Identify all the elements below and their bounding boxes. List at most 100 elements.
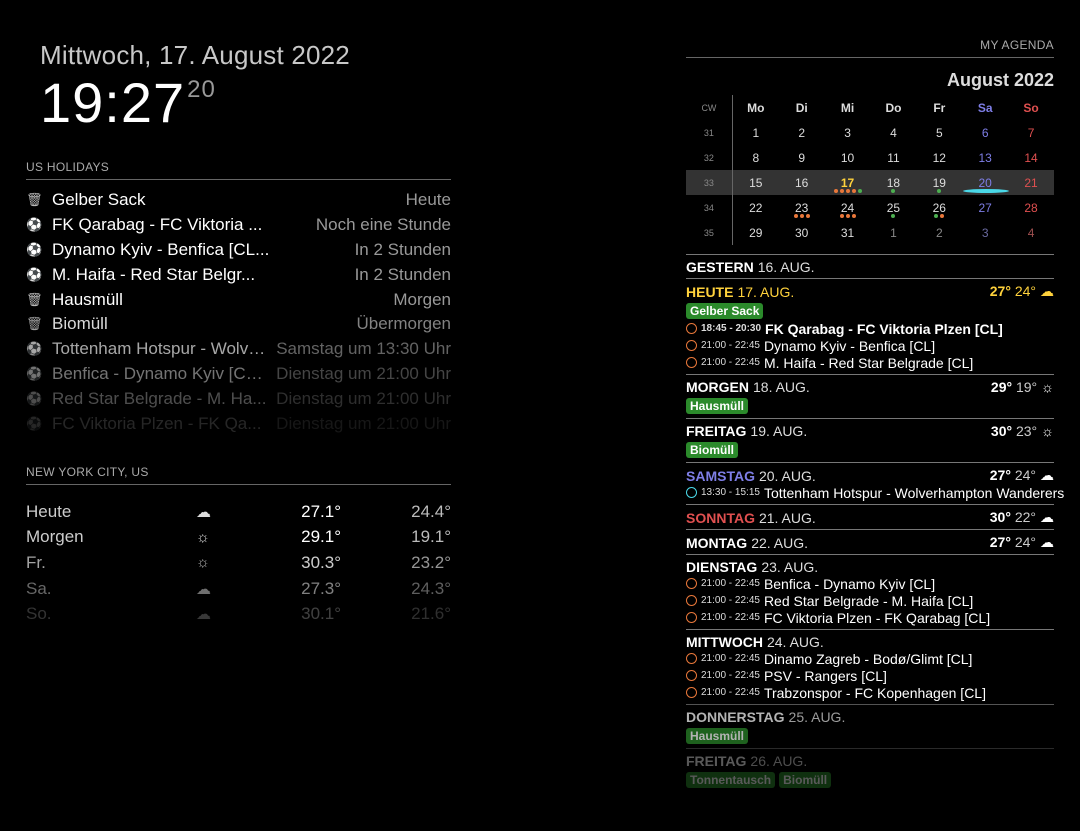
- calendar-weekday: So: [1023, 100, 1039, 115]
- calendar-day[interactable]: 16: [779, 176, 825, 190]
- calendar-day[interactable]: 7: [1008, 126, 1054, 140]
- calendar-day[interactable]: 10: [825, 151, 871, 165]
- agenda-event[interactable]: 21:00 - 22:45 Trabzonspor - FC Kopenhagen…: [686, 684, 1054, 701]
- soccer-ball-icon: ⚽: [26, 341, 43, 357]
- agenda-event[interactable]: 21:00 - 22:45 Benfica - Dynamo Kyiv [CL]: [686, 575, 1054, 592]
- calendar-day[interactable]: 4: [1008, 226, 1054, 240]
- holiday-row: ⚽ Tottenham Hotspur - Wolve... Samstag um …: [26, 337, 451, 362]
- calendar-day[interactable]: 15: [733, 176, 779, 190]
- calendar-day[interactable]: 31: [825, 226, 871, 240]
- calendar-day[interactable]: 8: [733, 151, 779, 165]
- forecast-max: 27.3°: [301, 578, 341, 598]
- agenda-event[interactable]: 21:00 - 22:45 PSV - Rangers [CL]: [686, 667, 1054, 684]
- agenda-event[interactable]: 21:00 - 22:45 Dinamo Zagreb - Bodø/Glimt …: [686, 650, 1054, 667]
- calendar-week-number: 32: [686, 145, 733, 170]
- soccer-ball-icon: [686, 670, 697, 681]
- soccer-ball-icon: [686, 687, 697, 698]
- agenda-tags: Hausmüll: [686, 725, 1054, 745]
- soccer-ball-icon: [686, 653, 697, 664]
- agenda-day-date: 22. AUG.: [751, 534, 808, 551]
- calendar-day[interactable]: 30: [779, 226, 825, 240]
- agenda-event[interactable]: 21:00 - 22:45 Red Star Belgrade - M. Haif…: [686, 592, 1054, 609]
- calendar-day[interactable]: 1: [733, 126, 779, 140]
- calendar-day[interactable]: 28: [1008, 201, 1054, 215]
- agenda-day-name: MORGEN: [686, 379, 749, 395]
- calendar-week-number: 35: [686, 220, 733, 245]
- calendar-day[interactable]: 22: [733, 201, 779, 215]
- calendar-day[interactable]: 4: [871, 126, 917, 140]
- agenda-day-date: 17. AUG.: [737, 283, 795, 300]
- calendar-week-row: 32 8 9 10 11 12 13 14: [686, 145, 1054, 170]
- holiday-title: FC Viktoria Plzen - FK Qa...: [52, 413, 262, 433]
- agenda-day-weather: 30° 22° ☁: [990, 509, 1054, 526]
- agenda-tags: Biomüll: [686, 439, 1054, 459]
- forecast-day: Sa.: [26, 578, 52, 598]
- agenda-event[interactable]: 21:00 - 22:45 M. Haifa - Red Star Belgrad…: [686, 354, 1054, 371]
- holiday-when: Dienstag um 21:00 Uhr: [276, 413, 451, 433]
- calendar-day[interactable]: 12: [916, 151, 962, 165]
- event-dot: [940, 213, 945, 218]
- calendar-day[interactable]: 9: [779, 151, 825, 165]
- calendar-day[interactable]: 26: [916, 201, 962, 218]
- calendar-day[interactable]: 27: [962, 201, 1008, 215]
- calendar-day[interactable]: 3: [962, 226, 1008, 240]
- event-dot: [793, 213, 798, 218]
- calendar-day[interactable]: 23: [779, 201, 825, 218]
- forecast-max: 27.1°: [301, 501, 341, 521]
- agenda-day: SONNTAG 21. AUG. 30° 22° ☁: [686, 504, 1054, 529]
- cloud-wind-icon: ☁: [1040, 283, 1054, 299]
- calendar-day[interactable]: 2: [779, 126, 825, 140]
- calendar-day[interactable]: 13: [962, 151, 1008, 165]
- calendar-weekday-header: CW Mo Di Mi Do Fr Sa So: [686, 95, 1054, 120]
- soccer-ball-icon: [686, 595, 697, 606]
- clock-time: 19:2720: [40, 70, 216, 135]
- calendar-day[interactable]: 21: [1008, 176, 1054, 190]
- agenda-day-header: GESTERN 16. AUG.: [686, 259, 1054, 275]
- trash-tag: Hausmüll: [686, 398, 749, 414]
- calendar-weekday: Fr: [933, 100, 946, 115]
- calendar-day[interactable]: 24: [825, 201, 871, 218]
- agenda-event[interactable]: 21:00 - 22:45 Dynamo Kyiv - Benfica [CL]: [686, 337, 1054, 354]
- holiday-row: 🗑 Gelber Sack Heute: [26, 188, 451, 213]
- cloud-wind-icon: ☁: [196, 503, 211, 521]
- sun-icon: ☼: [1041, 379, 1054, 395]
- agenda-day-date: 21. AUG.: [758, 509, 816, 526]
- clock-hours-minutes: 19:27: [40, 71, 186, 134]
- event-dot: [839, 213, 844, 218]
- calendar-day[interactable]: 14: [1008, 151, 1054, 165]
- calendar-day[interactable]: 2: [916, 226, 962, 240]
- event-title: Tottenham Hotspur - Wolverhampton Wander…: [763, 484, 1065, 501]
- calendar-day[interactable]: 1: [871, 226, 917, 240]
- forecast-min: 24.4°: [411, 501, 451, 521]
- agenda-day-weather: 29° 19° ☼: [991, 379, 1054, 395]
- calendar-day[interactable]: 29: [733, 226, 779, 240]
- calendar-day[interactable]: 5: [916, 126, 962, 140]
- trash-icon: 🗑: [26, 192, 43, 208]
- forecast-day: So.: [26, 604, 52, 624]
- calendar-day[interactable]: 3: [825, 126, 871, 140]
- holidays-header: US HOLIDAYS: [26, 160, 451, 180]
- agenda-event[interactable]: 21:00 - 22:45 FC Viktoria Plzen - FK Qara…: [686, 609, 1054, 626]
- forecast-max: 29.1°: [301, 527, 341, 547]
- calendar-day[interactable]: 25: [871, 201, 917, 218]
- agenda-event[interactable]: 18:45 - 20:30 FK Qarabag - FC Viktoria Pl…: [686, 320, 1054, 337]
- temp-max: 27°: [989, 467, 1015, 483]
- temp-max: 27°: [989, 534, 1015, 550]
- calendar-day[interactable]: 20: [962, 176, 1010, 193]
- agenda-day-date: 23. AUG.: [761, 559, 819, 575]
- event-title: Dinamo Zagreb - Bodø/Glimt [CL]: [763, 650, 973, 667]
- soccer-ball-icon: [686, 323, 697, 334]
- event-dot: [891, 213, 896, 218]
- calendar-day[interactable]: 18: [871, 176, 917, 193]
- event-title: Benfica - Dynamo Kyiv [CL]: [763, 575, 936, 592]
- calendar-event-dots: [779, 213, 825, 220]
- calendar-day[interactable]: 11: [871, 151, 917, 165]
- calendar-day[interactable]: 17: [825, 176, 871, 193]
- event-time: 21:00 - 22:45: [701, 578, 760, 589]
- calendar-day[interactable]: 6: [962, 126, 1008, 140]
- clock-seconds: 20: [187, 76, 216, 103]
- event-time: 21:00 - 22:45: [701, 653, 760, 664]
- agenda-day: FREITAG 26. AUG. Tonnentausch Biomüll: [686, 748, 1054, 792]
- agenda-event[interactable]: 13:30 - 15:15 Tottenham Hotspur - Wolverh…: [686, 484, 1064, 501]
- calendar-day[interactable]: 19: [916, 176, 962, 193]
